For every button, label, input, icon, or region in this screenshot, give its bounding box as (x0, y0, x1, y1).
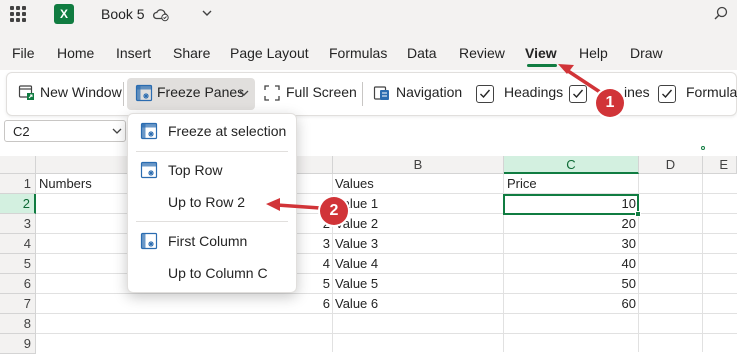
callout-badge-2: 2 (320, 197, 348, 225)
cell-c1[interactable]: Price (507, 174, 537, 194)
formula-bar-label: Formula (686, 84, 737, 100)
cell-c4[interactable]: 30 (560, 234, 636, 254)
collaborator-dot-icon (701, 146, 705, 150)
cell-a6[interactable]: 5 (300, 274, 330, 294)
ribbon-separator (362, 82, 363, 106)
navigation-button[interactable]: Navigation (396, 84, 462, 100)
row-header[interactable]: 5 (0, 254, 36, 274)
menu-item-up-to-column-c[interactable]: Up to Column C (168, 265, 268, 281)
active-cell-border (503, 194, 639, 215)
ribbon-separator (123, 82, 124, 106)
tab-review[interactable]: Review (459, 45, 505, 61)
row-header[interactable]: 1 (0, 174, 36, 194)
cell-b1[interactable]: Values (335, 174, 374, 194)
fill-handle[interactable] (635, 211, 641, 217)
cell-c7[interactable]: 60 (560, 294, 636, 314)
freeze-at-selection-icon (140, 122, 158, 140)
new-window-icon (18, 85, 34, 100)
headings-label: Headings (504, 84, 564, 100)
navigation-icon (373, 86, 389, 100)
cell-c5[interactable]: 40 (560, 254, 636, 274)
cell-b4[interactable]: Value 3 (335, 234, 378, 254)
chevron-down-icon[interactable] (111, 125, 123, 137)
app-launcher-icon[interactable] (10, 6, 26, 22)
callout-badge-1: 1 (596, 89, 624, 117)
cell-b7[interactable]: Value 6 (335, 294, 378, 314)
menu-separator (136, 151, 288, 152)
menu-item-top-row[interactable]: Top Row (168, 162, 222, 178)
gridline (36, 333, 737, 334)
headings-checkbox[interactable] (476, 85, 494, 103)
cell-b6[interactable]: Value 5 (335, 274, 378, 294)
full-screen-icon (264, 85, 280, 101)
column-header-c[interactable]: C (504, 156, 639, 174)
row-header[interactable]: 3 (0, 214, 36, 234)
column-header-e[interactable]: E (703, 156, 737, 174)
top-row-icon (140, 161, 158, 179)
cloud-saved-icon (153, 9, 169, 22)
freeze-panes-button[interactable]: Freeze Panes (157, 84, 244, 100)
full-screen-button[interactable]: Full Screen (286, 84, 357, 100)
cell-b5[interactable]: Value 4 (335, 254, 378, 274)
active-tab-indicator (527, 64, 557, 67)
chevron-down-icon[interactable] (238, 87, 250, 99)
row-header[interactable]: 4 (0, 234, 36, 254)
freeze-panes-icon (135, 84, 153, 102)
formula-bar-checkbox[interactable] (658, 85, 676, 103)
row-header[interactable]: 6 (0, 274, 36, 294)
cell-a5[interactable]: 4 (300, 254, 330, 274)
cell-a1[interactable]: Numbers (39, 174, 92, 194)
name-box-value: C2 (13, 124, 30, 139)
cell-a4[interactable]: 3 (300, 234, 330, 254)
tab-insert[interactable]: Insert (116, 45, 151, 61)
row-header[interactable]: 2 (0, 194, 36, 214)
cell-a7[interactable]: 6 (300, 294, 330, 314)
tab-help[interactable]: Help (579, 45, 608, 61)
new-window-button[interactable]: New Window (40, 84, 122, 100)
gridlines-label: ines (624, 84, 650, 100)
menu-item-up-to-row-2[interactable]: Up to Row 2 (168, 194, 245, 210)
gridline (702, 174, 703, 352)
cell-c6[interactable]: 50 (560, 274, 636, 294)
excel-logo-icon: X (54, 4, 74, 24)
workbook-title[interactable]: Book 5 (101, 6, 145, 22)
search-icon[interactable] (712, 5, 730, 23)
row-header[interactable]: 7 (0, 294, 36, 314)
cell-c3[interactable]: 20 (560, 214, 636, 234)
menu-item-freeze-at-selection[interactable]: Freeze at selection (168, 123, 286, 139)
column-header-b[interactable]: B (333, 156, 504, 174)
tab-file[interactable]: File (12, 45, 35, 61)
tab-home[interactable]: Home (57, 45, 94, 61)
chevron-down-icon[interactable] (200, 6, 214, 20)
column-header-d[interactable]: D (639, 156, 703, 174)
tab-data[interactable]: Data (407, 45, 437, 61)
tab-page-layout[interactable]: Page Layout (230, 45, 309, 61)
name-box[interactable]: C2 (4, 120, 126, 142)
first-column-icon (140, 232, 158, 250)
row-header[interactable]: 9 (0, 334, 36, 354)
menu-item-first-column[interactable]: First Column (168, 233, 247, 249)
select-all-corner[interactable] (0, 156, 36, 174)
tab-formulas[interactable]: Formulas (329, 45, 387, 61)
tab-share[interactable]: Share (173, 45, 210, 61)
tab-draw[interactable]: Draw (630, 45, 663, 61)
menu-separator (136, 221, 288, 222)
row-header[interactable]: 8 (0, 314, 36, 334)
tab-view[interactable]: View (525, 45, 557, 61)
gridlines-checkbox[interactable] (569, 85, 587, 103)
